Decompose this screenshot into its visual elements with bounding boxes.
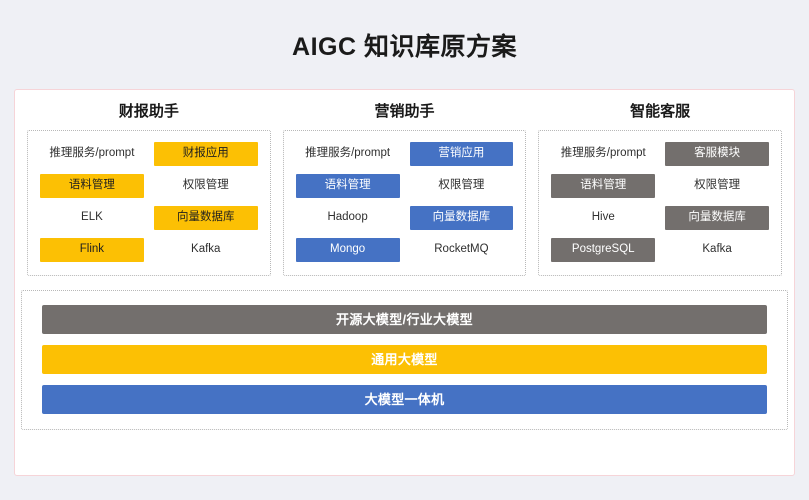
component-label: ELK [81,211,103,224]
foundation-bar[interactable]: 通用大模型 [42,345,767,374]
page-title: AIGC 知识库原方案 [292,33,517,61]
component-badge[interactable]: PostgreSQL [551,238,656,262]
assistant-column: 智能客服推理服务/prompt 客服模块 语料管理 权限管理 Hive 向量数据库 Post… [532,90,788,276]
component-label: 推理服务/prompt [305,147,391,160]
foundation-bar[interactable]: 开源大模型/行业大模型 [42,305,767,334]
column-title: 营销助手 [374,103,435,120]
component-grid: 推理服务/prompt 营销应用 语料管理 权限管理 Hadoop 向量数据库 Mongo R… [295,142,514,262]
component-label: RocketMQ [434,243,489,256]
assistant-columns: 财报助手 推理服务/prompt 财报应用 语料管理 权限管理 ELK 向量数据库 Flink… [15,90,794,276]
component-label: Kafka [191,243,221,256]
component-label: 推理服务/prompt [560,147,646,160]
assistant-column: 财报助手推理服务/prompt 财报应用 语料管理 权限管理 ELK 向量数据库 Flink… [21,90,277,276]
component-badge[interactable]: 客服模块 [665,142,770,166]
component-grid: 推理服务/prompt 财报应用 语料管理 权限管理 ELK 向量数据库 Flink Kafk… [40,142,258,262]
foundation-layer-box: 开源大模型/行业大模型 通用大模型大模型一体机 [21,290,788,430]
column-title: 智能客服 [630,103,691,120]
column-title: 财报助手 [118,103,179,120]
foundation-bar[interactable]: 大模型一体机 [42,385,767,414]
component-label: 权限管理 [182,179,229,192]
component-badge[interactable]: 向量数据库 [409,206,514,230]
component-badge[interactable]: 财报应用 [153,142,258,166]
component-label: Hive [591,211,615,224]
component-badge[interactable]: 语料管理 [40,174,144,198]
component-label: 权限管理 [694,179,741,192]
component-badge[interactable]: Mongo [295,238,400,262]
component-label: 权限管理 [438,179,485,192]
column-box: 推理服务/prompt 财报应用 语料管理 权限管理 ELK 向量数据库 Flink Kafk… [27,130,271,276]
component-grid: 推理服务/prompt 客服模块 语料管理 权限管理 Hive 向量数据库 PostgreS… [551,142,770,262]
component-badge[interactable]: 向量数据库 [153,206,258,230]
component-badge[interactable]: 向量数据库 [665,206,770,230]
component-badge[interactable]: 营销应用 [409,142,514,166]
component-badge[interactable]: Flink [40,238,144,262]
component-badge[interactable]: 语料管理 [295,174,400,198]
component-label: Kafka [702,243,732,256]
diagram-card: 财报助手 推理服务/prompt 财报应用 语料管理 权限管理 ELK 向量数据库 Flink… [14,89,795,476]
column-box: 推理服务/prompt 营销应用 语料管理 权限管理 Hadoop 向量数据库 Mongo R… [282,130,527,276]
column-box: 推理服务/prompt 客服模块 语料管理 权限管理 Hive 向量数据库 PostgreS… [538,130,783,276]
component-badge[interactable]: 语料管理 [551,174,656,198]
assistant-column: 营销助手推理服务/prompt 营销应用 语料管理 权限管理 Hadoop 向量数据库 Mo… [277,90,533,276]
component-label: Hadoop [327,211,368,224]
component-label: 推理服务/prompt [49,147,135,160]
